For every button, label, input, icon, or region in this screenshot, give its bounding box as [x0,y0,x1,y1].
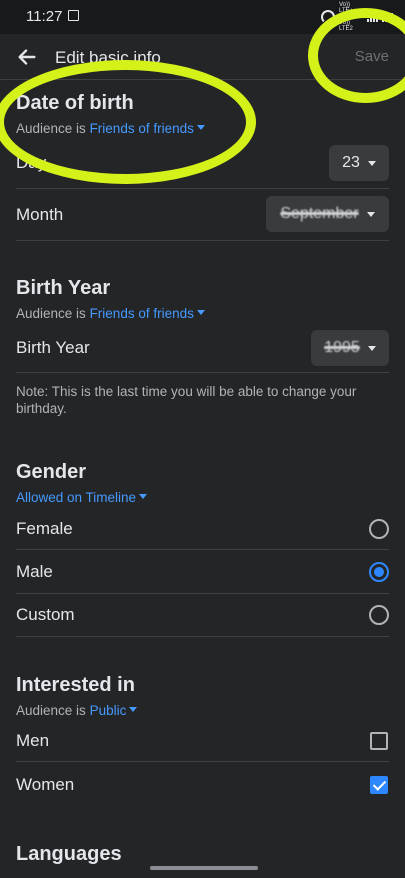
app-header: Edit basic info Save [0,34,405,80]
save-button[interactable]: Save [355,48,389,65]
interested-in-men-checkbox[interactable] [370,732,388,750]
date-of-birth-audience: Audience is Friends of friends [16,121,205,136]
interested-in-women-checkbox[interactable] [370,776,388,794]
audience-value: Allowed on Timeline [16,490,137,505]
gallery-notification-icon [68,10,79,21]
birth-year-label: Birth Year [16,338,90,357]
hotspot-icon [321,10,335,24]
status-icons: Vo)) LTE+ LTE1 Vo)) LTE2 [321,2,393,32]
status-bar: 11:27 Vo)) LTE+ LTE1 Vo)) LTE2 [0,0,405,34]
audience-selector-gender[interactable]: Allowed on Timeline [16,490,148,505]
day-dropdown[interactable]: 23 [329,145,389,181]
gender-option-custom-label: Custom [16,605,75,624]
gesture-nav-handle [150,866,258,870]
caret-down-icon [129,707,138,712]
interested-in-audience: Audience is Public [16,703,138,718]
birth-year-value: 1995 [324,339,360,356]
audience-selector-birth-year[interactable]: Friends of friends [90,306,205,321]
gender-option-male-label: Male [16,562,53,581]
languages-heading: Languages [16,843,122,865]
divider [16,636,389,637]
chevron-down-icon [367,345,376,351]
interested-in-men-label: Men [16,731,50,750]
back-arrow-icon[interactable] [16,46,38,68]
interested-in-heading: Interested in [16,674,135,696]
month-value: September [280,205,359,222]
audience-value: Friends of friends [89,121,194,136]
caret-down-icon [196,125,205,130]
signal-2-icon [382,12,393,22]
birth-year-audience: Audience is Friends of friends [16,306,205,321]
signal-icon [367,12,378,22]
gender-radio-female[interactable] [369,519,389,539]
audience-selector-interested-in[interactable]: Public [90,703,138,718]
chevron-down-icon [367,160,376,166]
audience-prefix: Audience is [16,121,86,136]
caret-down-icon [139,494,148,499]
interested-in-women-label: Women [16,775,75,794]
audience-prefix: Audience is [16,703,86,718]
audience-prefix: Audience is [16,306,86,321]
birthday-change-note: Note: This is the last time you will be … [16,384,357,416]
audience-value: Friends of friends [89,306,194,321]
month-dropdown[interactable]: September [266,196,389,232]
date-of-birth-heading: Date of birth [16,92,134,114]
divider [16,593,389,594]
divider [16,761,389,762]
gender-audience: Allowed on Timeline [16,490,148,505]
month-label: Month [16,205,64,224]
gender-heading: Gender [16,461,87,483]
birth-year-dropdown[interactable]: 1995 [311,330,389,366]
chevron-down-icon [366,211,375,217]
page-title: Edit basic info [55,48,161,67]
gender-radio-male[interactable] [369,562,389,582]
day-value: 23 [342,154,360,171]
status-time: 11:27 [26,8,63,25]
volte-indicator: Vo)) LTE+ LTE1 Vo)) LTE2 [339,2,354,32]
audience-selector-dob[interactable]: Friends of friends [90,121,205,136]
day-label: Day [16,153,47,172]
divider [16,240,389,241]
divider [16,372,389,373]
birth-year-heading: Birth Year [16,277,111,299]
divider [16,549,389,550]
gender-option-female-label: Female [16,519,73,538]
audience-value: Public [89,703,127,718]
divider [16,188,389,189]
gender-radio-custom[interactable] [369,605,389,625]
caret-down-icon [196,310,205,315]
